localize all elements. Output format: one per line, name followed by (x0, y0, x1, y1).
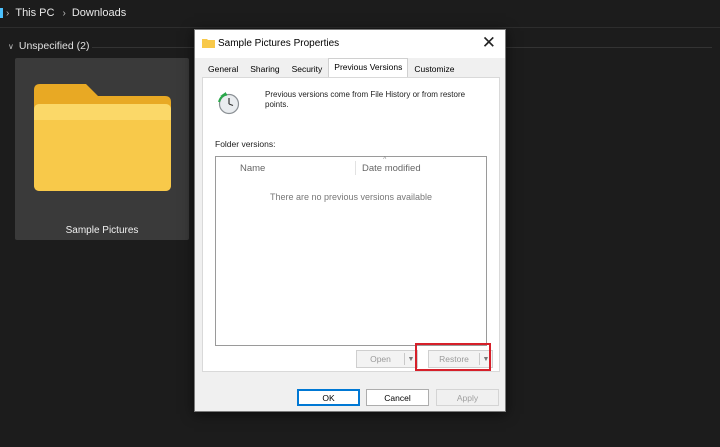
info-text: Previous versions come from File History… (265, 90, 466, 109)
chevron-right-icon: › (62, 7, 66, 19)
group-header[interactable]: ∨ Unspecified (2) (8, 40, 89, 52)
breadcrumb: › This PC › Downloads (0, 0, 720, 26)
previous-versions-panel: Previous versions come from File History… (202, 77, 500, 372)
folder-tile-label: Sample Pictures (65, 225, 139, 236)
dialog-title: Sample Pictures Properties (218, 38, 340, 49)
folder-icon (34, 84, 171, 191)
toolbar-divider (0, 27, 720, 28)
column-separator (355, 161, 356, 175)
cancel-button[interactable]: Cancel (366, 389, 429, 406)
list-header: Name ˄ Date modified (216, 156, 486, 179)
open-button[interactable]: Open ▼ (356, 350, 418, 368)
ok-button[interactable]: OK (297, 389, 360, 406)
chevron-down-icon: ∨ (8, 41, 14, 51)
breadcrumb-item-downloads[interactable]: Downloads (72, 7, 126, 19)
apply-button[interactable]: Apply (436, 389, 499, 406)
breadcrumb-accent (0, 8, 3, 18)
versions-list[interactable]: Name ˄ Date modified There are no previo… (215, 156, 487, 346)
folder-icon (202, 39, 215, 48)
group-header-label: Unspecified (2) (18, 40, 90, 52)
sort-caret-icon: ˄ (383, 156, 387, 162)
tab-strip: General Sharing Security Previous Versio… (202, 58, 460, 79)
folder-versions-label: Folder versions: (215, 139, 276, 149)
column-header-name[interactable]: Name (240, 163, 265, 174)
column-header-date-modified[interactable]: Date modified (362, 163, 421, 174)
breadcrumb-item-this-pc[interactable]: This PC (15, 7, 54, 19)
empty-message: There are no previous versions available (269, 192, 433, 202)
open-button-label: Open (370, 354, 391, 364)
restore-clock-icon (218, 92, 240, 115)
close-icon[interactable]: ✕ (482, 33, 496, 53)
chevron-right-icon: › (6, 7, 10, 19)
restore-highlight-box (415, 343, 491, 371)
folder-tile-sample-pictures[interactable]: Sample Pictures (15, 58, 189, 240)
dialog-titlebar[interactable]: Sample Pictures Properties ✕ (195, 30, 505, 58)
tab-previous-versions[interactable]: Previous Versions (328, 58, 409, 79)
